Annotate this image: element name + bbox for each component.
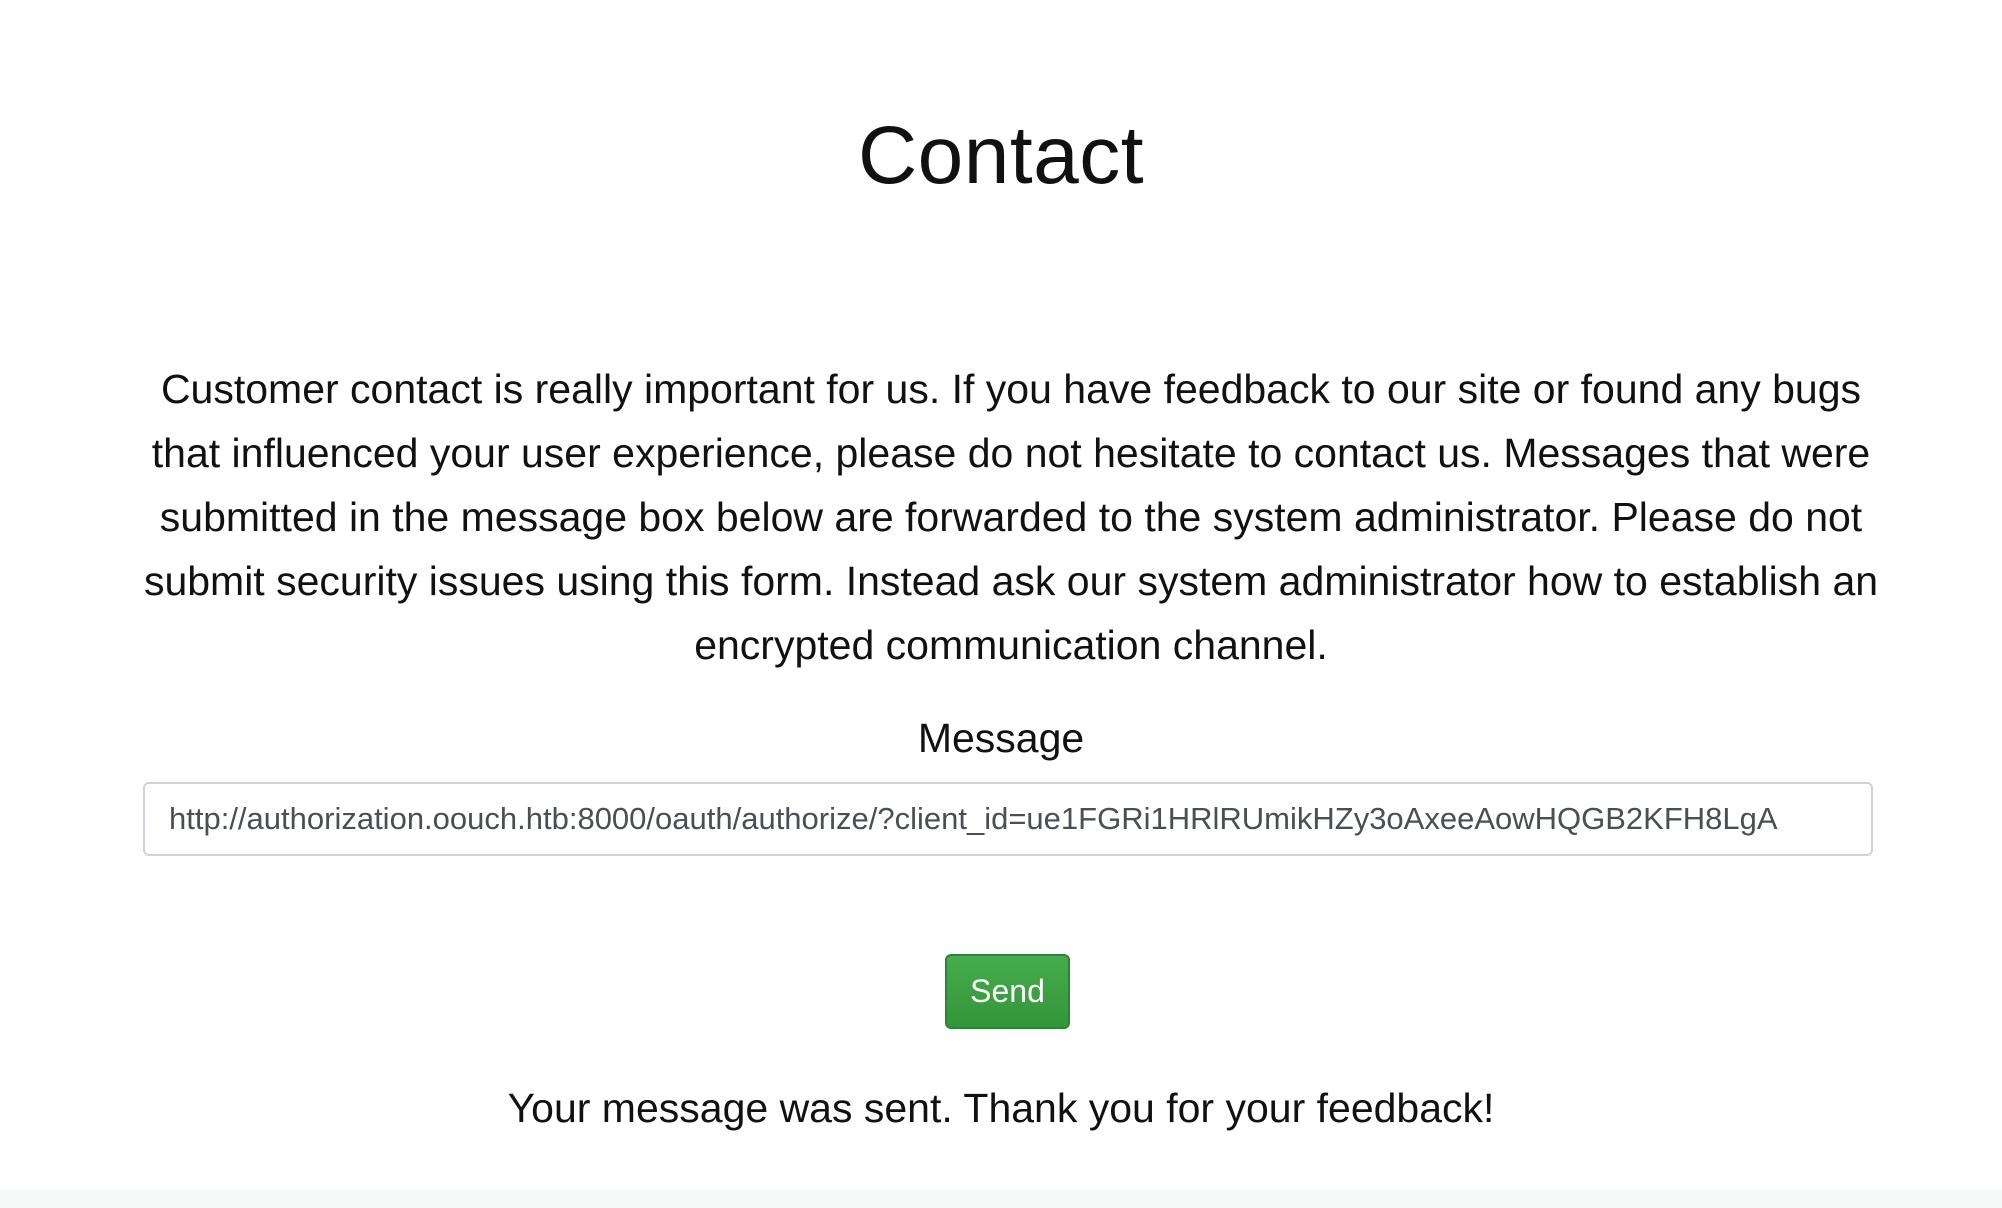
message-input[interactable] xyxy=(143,782,1873,856)
send-button[interactable]: Send xyxy=(945,954,1070,1029)
contact-page: Contact Customer contact is really impor… xyxy=(0,0,2002,1208)
footer-divider xyxy=(0,1190,2002,1208)
status-message: Your message was sent. Thank you for you… xyxy=(507,1085,1495,1131)
message-label: Message xyxy=(917,715,1085,761)
page-title: Contact xyxy=(857,110,1145,201)
intro-paragraph: Customer contact is really important for… xyxy=(143,366,1879,668)
